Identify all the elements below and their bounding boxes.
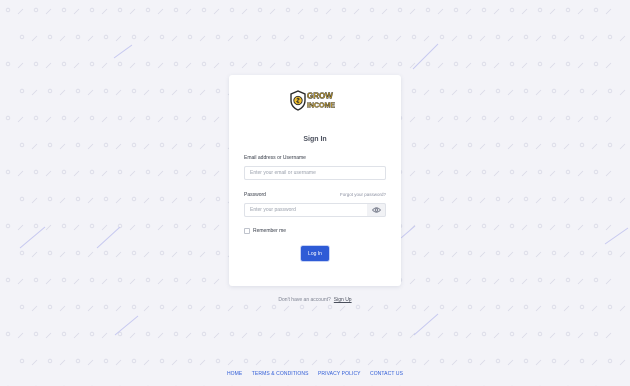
logo-text-top: GROW (307, 92, 333, 101)
sign-up-link[interactable]: Sign Up (334, 297, 352, 303)
email-label: Email address or Username (244, 155, 306, 161)
toggle-password-visibility-button[interactable] (367, 203, 386, 217)
remember-me-checkbox[interactable] (244, 228, 250, 234)
grow-income-logo: GROW INCOME (290, 90, 336, 111)
footer-nav: HOME TERMS & CONDITIONS PRIVACY POLICY C… (0, 371, 630, 377)
footer-link-home[interactable]: HOME (227, 371, 242, 377)
email-field[interactable] (244, 166, 386, 180)
remember-me-label: Remember me (253, 228, 287, 234)
footer-link-contact[interactable]: CONTACT US (370, 371, 403, 377)
remember-me-row: Remember me (244, 228, 286, 234)
log-in-button[interactable]: Log In (301, 246, 329, 261)
logo-text-bottom: INCOME (307, 103, 335, 110)
forgot-password-link[interactable]: Forgot your password? (340, 192, 386, 197)
login-card: GROW INCOME Sign In Email address or Use… (229, 75, 401, 286)
password-field[interactable] (244, 203, 368, 217)
signup-row: Don't have an account? Sign Up (0, 297, 630, 303)
footer-link-privacy[interactable]: PRIVACY POLICY (318, 371, 361, 377)
footer-link-terms[interactable]: TERMS & CONDITIONS (252, 371, 309, 377)
shield-dollar-icon (290, 90, 306, 111)
eye-icon (371, 207, 381, 213)
password-label: Password (244, 192, 266, 198)
signup-prompt: Don't have an account? (278, 297, 331, 303)
page-title: Sign In (303, 136, 327, 143)
